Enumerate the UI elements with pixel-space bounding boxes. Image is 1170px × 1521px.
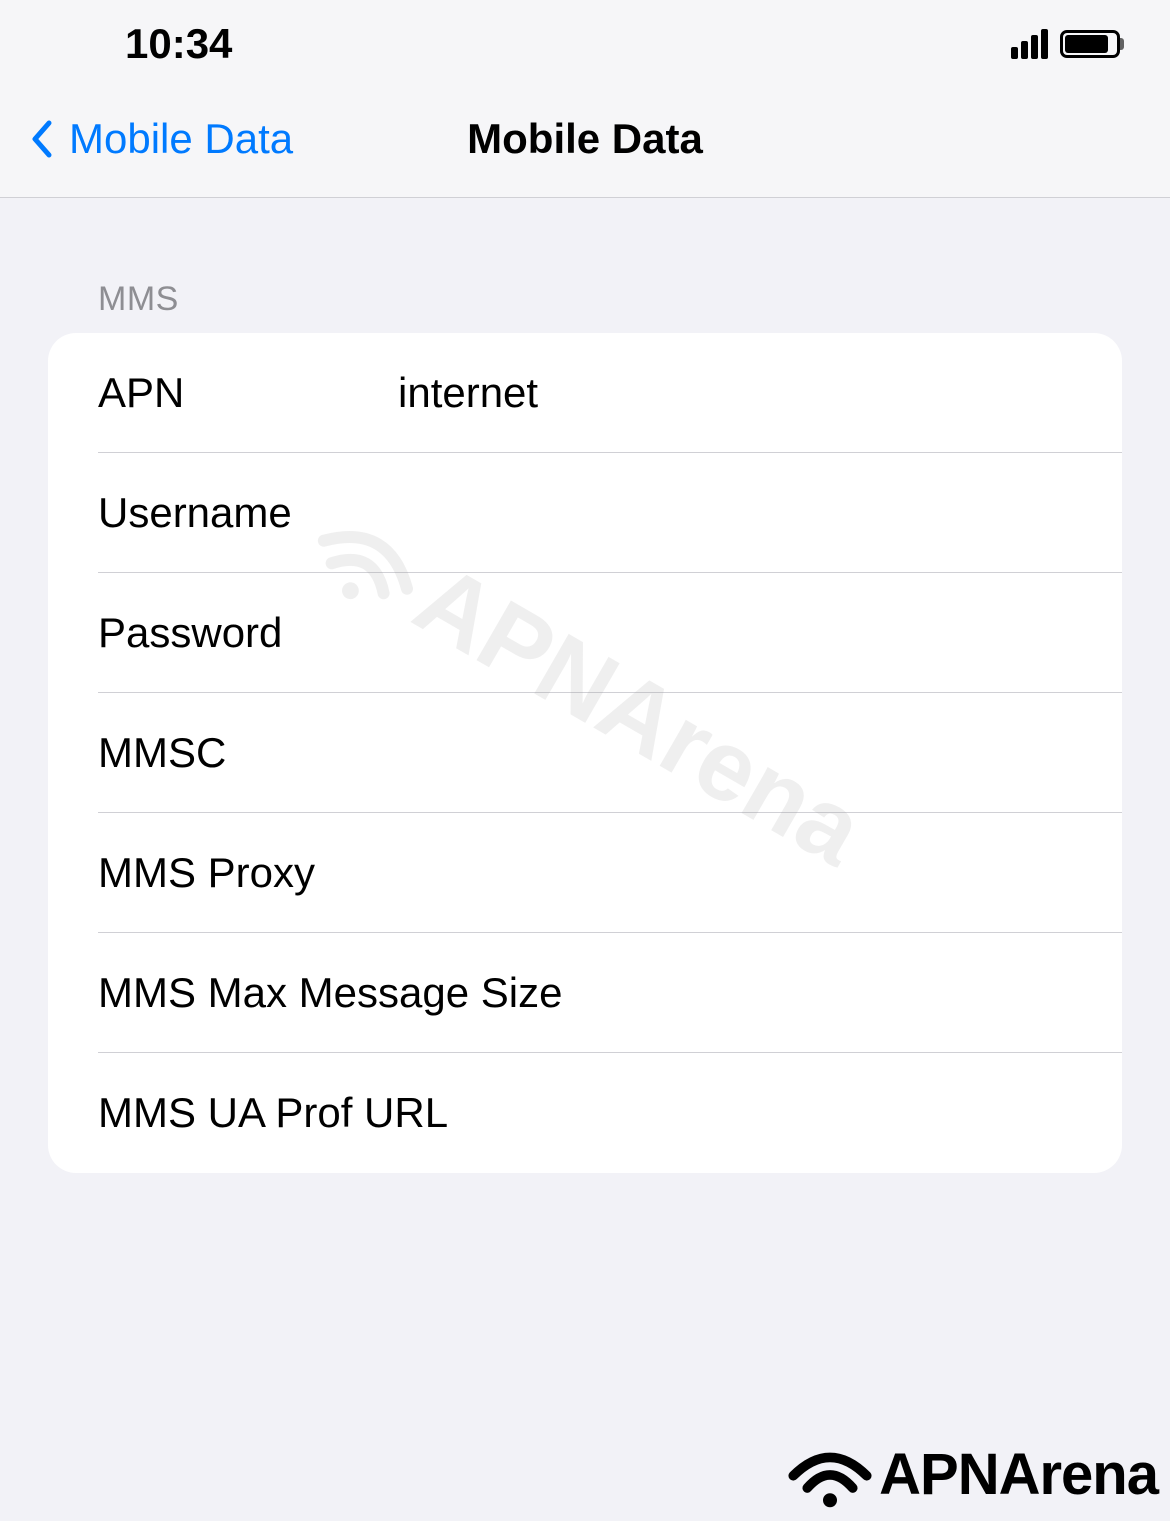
back-label: Mobile Data xyxy=(69,115,293,163)
mms-proxy-input[interactable] xyxy=(398,849,1122,897)
chevron-left-icon xyxy=(25,117,57,161)
password-input[interactable] xyxy=(398,609,1122,657)
username-input[interactable] xyxy=(398,489,1122,537)
nav-bar: Mobile Data Mobile Data xyxy=(0,80,1170,198)
row-label-username: Username xyxy=(98,489,398,537)
status-time: 10:34 xyxy=(125,20,232,68)
wifi-icon xyxy=(785,1439,875,1509)
row-label-password: Password xyxy=(98,609,398,657)
row-username[interactable]: Username xyxy=(48,453,1122,573)
row-mms-ua-prof[interactable]: MMS UA Prof URL xyxy=(48,1053,1122,1173)
apn-input[interactable] xyxy=(398,369,1122,417)
row-label-apn: APN xyxy=(98,369,398,417)
footer-logo-text: APNArena xyxy=(879,1441,1158,1508)
status-bar: 10:34 xyxy=(0,0,1170,80)
settings-content: MMS APN Username Password MMSC MMS Proxy xyxy=(0,198,1170,1173)
row-label-mms-ua-prof: MMS UA Prof URL xyxy=(98,1089,1122,1137)
signal-icon xyxy=(1011,29,1048,59)
row-mms-max-size[interactable]: MMS Max Message Size xyxy=(48,933,1122,1053)
row-mms-proxy[interactable]: MMS Proxy xyxy=(48,813,1122,933)
settings-group-mms: APN Username Password MMSC MMS Proxy MMS… xyxy=(48,333,1122,1173)
status-indicators xyxy=(1011,29,1120,59)
page-title: Mobile Data xyxy=(467,115,703,163)
row-mmsc[interactable]: MMSC xyxy=(48,693,1122,813)
row-apn[interactable]: APN xyxy=(48,333,1122,453)
row-password[interactable]: Password xyxy=(48,573,1122,693)
section-header-mms: MMS xyxy=(48,198,1122,333)
row-label-mms-max-size: MMS Max Message Size xyxy=(98,969,1122,1017)
back-button[interactable]: Mobile Data xyxy=(25,115,293,163)
footer-logo: APNArena xyxy=(785,1439,1158,1509)
battery-icon xyxy=(1060,30,1120,58)
row-label-mmsc: MMSC xyxy=(98,729,398,777)
mmsc-input[interactable] xyxy=(398,729,1122,777)
row-label-mms-proxy: MMS Proxy xyxy=(98,849,398,897)
